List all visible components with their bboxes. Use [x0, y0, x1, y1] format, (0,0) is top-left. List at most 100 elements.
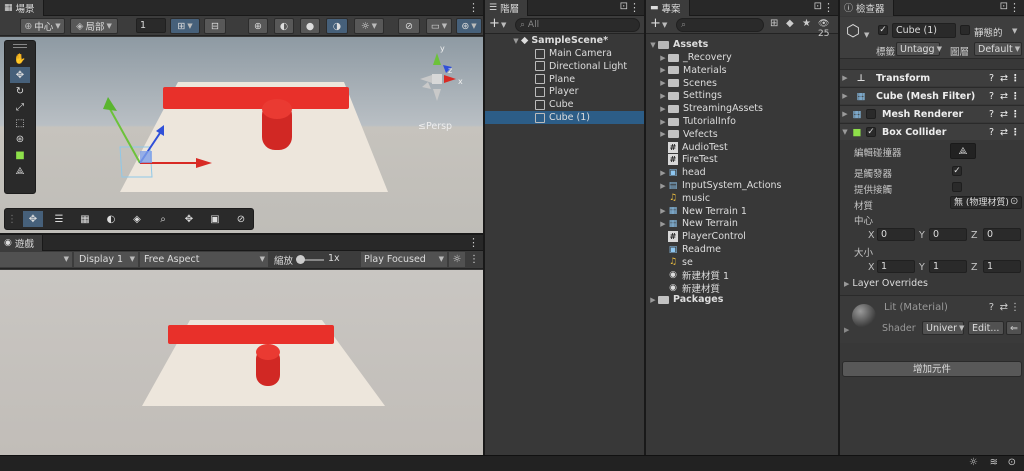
expand-arrow-icon[interactable]: ▼ — [840, 128, 850, 136]
shader-dropdown[interactable]: Univer ▼ — [922, 321, 964, 335]
filter-type-icon[interactable]: ⊞ — [770, 18, 778, 29]
preset-icon[interactable]: ⇄ — [1000, 109, 1008, 120]
size-x-field[interactable]: 1 — [877, 260, 915, 273]
expand-arrow-icon[interactable]: ▶ — [658, 118, 668, 126]
project-item[interactable]: ▶ ▦ New Terrain 1 — [646, 205, 838, 218]
hidden-count-icon[interactable]: 👁25 — [818, 19, 838, 39]
expand-arrow-icon[interactable]: ▶ — [658, 66, 668, 74]
zoom-slider-thumb[interactable] — [296, 255, 305, 264]
help-icon[interactable]: ? — [989, 109, 994, 120]
add-button[interactable]: + — [650, 16, 661, 31]
provides-contacts-checkbox[interactable] — [952, 182, 962, 192]
filter-label-icon[interactable]: ◆ — [786, 18, 794, 29]
center-y-field[interactable]: 0 — [929, 228, 967, 241]
fx-toggle[interactable]: ◑ — [326, 18, 348, 34]
hierarchy-item[interactable]: Cube — [485, 98, 644, 111]
project-item[interactable]: ▶ StreamingAssets — [646, 102, 838, 115]
hand-tool[interactable]: ✋ — [10, 51, 30, 67]
expand-arrow-icon[interactable]: ▶ — [840, 110, 850, 118]
grid-snap-button[interactable]: ⊟ — [204, 18, 226, 34]
draw-mode-2d[interactable]: ⊕ — [248, 18, 268, 34]
grid-snap-field[interactable]: 1 — [136, 18, 166, 33]
tag-dropdown[interactable]: Untagg ▼ — [896, 42, 942, 56]
hidden-objects-toggle[interactable]: ⊘ — [398, 18, 420, 34]
hierarchy-item[interactable]: Cube (1) — [485, 111, 644, 124]
project-item[interactable]: ▶ Materials — [646, 64, 838, 77]
audio-toggle[interactable]: ● — [300, 18, 320, 34]
help-icon[interactable]: ? — [989, 302, 994, 313]
edit-shader-button[interactable]: Edit... — [968, 321, 1004, 335]
expand-arrow-icon[interactable]: ▶ — [658, 220, 668, 228]
project-item[interactable]: # FireTest — [646, 153, 838, 166]
gizmos-dropdown[interactable]: ⊛ ▼ — [456, 18, 482, 34]
preset-icon[interactable]: ⇄ — [1000, 73, 1008, 84]
overlay-lighting[interactable]: ◈ — [127, 211, 147, 227]
box-collider-header[interactable]: ▼ ■ ✓ Box Collider ? ⇄ ⋮ — [840, 123, 1024, 140]
overlay-align[interactable]: ☰ — [49, 211, 69, 227]
game-viewport[interactable] — [0, 270, 483, 455]
play-mode-dropdown[interactable]: Play Focused ▼ — [361, 252, 447, 267]
transform-header[interactable]: ▶ ⊥ Transform ? ⇄ ⋮ — [840, 69, 1024, 86]
edit-collider-button[interactable]: ⟁ — [950, 143, 976, 159]
center-z-field[interactable]: 0 — [983, 228, 1021, 241]
expand-arrow-icon[interactable]: ▼ — [511, 37, 521, 45]
packages-root[interactable]: ▶ Packages — [646, 293, 838, 306]
add-component-button[interactable]: 增加元件 — [842, 361, 1022, 377]
project-item[interactable]: ▶ TutorialInfo — [646, 115, 838, 128]
scene-viewport[interactable]: y x z ≤Persp ✋ ✥ ↻ ⤢ ⬚ ⊛ ■ ⟁ ⋮ ✥ ☰ ▦ ◐ ◈… — [0, 37, 483, 233]
project-item[interactable]: ▶ ▦ New Terrain — [646, 217, 838, 230]
overlay-pivot[interactable]: ✥ — [179, 211, 199, 227]
rotate-tool[interactable]: ↻ — [10, 83, 30, 99]
lighting-toggle[interactable]: ◐ — [274, 18, 294, 34]
kebab-icon[interactable]: ⋮ — [1009, 1, 1020, 14]
persp-label[interactable]: ≤Persp — [418, 121, 452, 132]
tab-inspector[interactable]: ⓘ 檢查器 — [840, 0, 894, 16]
custom-tool[interactable]: ■ — [10, 147, 30, 163]
display-dropdown[interactable]: Display 1 ▼ — [74, 252, 138, 267]
game-mode-dropdown[interactable]: ▼ — [0, 252, 72, 267]
expand-arrow-icon[interactable]: ▶ — [658, 207, 668, 215]
active-checkbox[interactable]: ✓ — [878, 25, 888, 35]
expand-arrow-icon[interactable]: ▶ — [658, 105, 668, 113]
camera-dropdown[interactable]: ▭ ▼ — [426, 18, 452, 34]
kebab-icon[interactable]: ⋮ — [1011, 73, 1021, 84]
expand-arrow-icon[interactable]: ▶ — [844, 326, 849, 334]
space-dropdown[interactable]: ◈ 局部 ▼ — [70, 18, 118, 34]
chevron-down-icon[interactable]: ▼ — [1012, 27, 1017, 35]
trigger-checkbox[interactable]: ✓ — [952, 166, 962, 176]
expand-arrow-icon[interactable]: ▶ — [658, 182, 668, 190]
scale-tool[interactable]: ⤢ — [10, 99, 30, 115]
kebab-icon[interactable]: ⋮ — [468, 236, 479, 249]
help-icon[interactable]: ? — [989, 91, 994, 102]
size-y-field[interactable]: 1 — [929, 260, 967, 273]
hierarchy-item[interactable]: Directional Light — [485, 60, 644, 73]
project-item[interactable]: ▶ Scenes — [646, 77, 838, 90]
kebab-icon[interactable]: ⋮ — [1011, 127, 1021, 138]
add-button[interactable]: + — [489, 16, 500, 31]
project-search-input[interactable]: ⌕ — [676, 18, 764, 32]
help-icon[interactable]: ? — [989, 73, 994, 84]
chevron-down-icon[interactable]: ▼ — [662, 21, 667, 29]
overlay-camera[interactable]: ▣ — [205, 211, 225, 227]
shader-more-button[interactable]: ⇐ — [1006, 321, 1022, 335]
project-item[interactable]: ◉ 新建材質 1 — [646, 269, 838, 282]
expand-arrow-icon[interactable]: ▶ — [648, 296, 658, 304]
expand-arrow-icon[interactable]: ▶ — [658, 54, 668, 62]
project-item[interactable]: ▶ _Recovery — [646, 51, 838, 64]
lock-icon[interactable]: ⊡ — [814, 1, 822, 12]
overlay-search[interactable]: ⌕ — [153, 211, 173, 227]
static-checkbox[interactable] — [960, 25, 970, 35]
rect-tool[interactable]: ⬚ — [10, 115, 30, 131]
expand-arrow-icon[interactable]: ▶ — [840, 74, 850, 82]
chevron-down-icon[interactable]: ▼ — [864, 31, 869, 39]
layers-icon[interactable]: ≋ — [990, 457, 998, 468]
expand-arrow-icon[interactable]: ▼ — [648, 41, 658, 49]
lock-icon[interactable]: ⊡ — [620, 1, 628, 12]
kebab-icon[interactable]: ⋮ — [468, 1, 479, 14]
pivot-dropdown[interactable]: ⊕ 中心 ▼ — [20, 18, 65, 34]
kebab-icon[interactable]: ⋮ — [629, 1, 640, 14]
aspect-dropdown[interactable]: Free Aspect ▼ — [140, 252, 268, 267]
kebab-icon[interactable]: ⋮ — [1011, 109, 1021, 120]
scene-visibility[interactable]: ☼ ▼ — [354, 18, 384, 34]
hierarchy-item[interactable]: Plane — [485, 73, 644, 86]
